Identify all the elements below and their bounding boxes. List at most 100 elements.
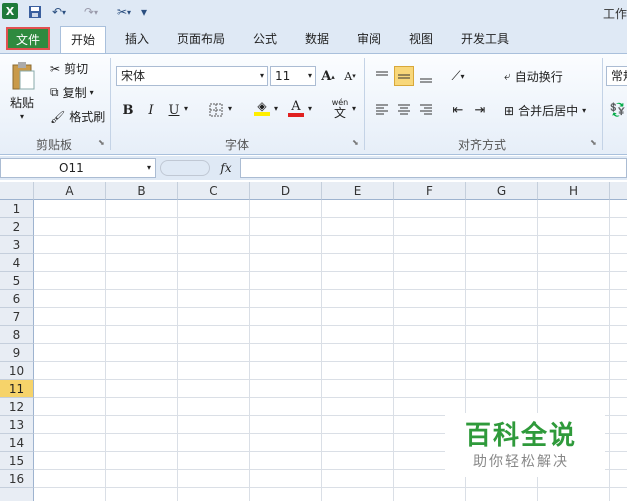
select-all-corner[interactable] <box>0 182 34 200</box>
align-middle-icon[interactable] <box>394 66 414 86</box>
row-header-selected[interactable]: 11 <box>0 380 34 398</box>
cut-button[interactable]: ✂ 剪切 <box>50 60 88 77</box>
italic-button[interactable]: I <box>141 100 161 120</box>
orientation-icon[interactable]: ⟋ ▾ <box>448 66 468 86</box>
align-right-icon[interactable] <box>416 100 436 120</box>
row-header[interactable]: 16 <box>0 470 34 488</box>
phonetic-dropdown-icon[interactable]: ▾ <box>352 104 356 113</box>
tab-view[interactable]: 视图 <box>402 26 440 52</box>
row-header[interactable]: 14 <box>0 434 34 452</box>
paste-dropdown-icon[interactable]: ▾ <box>20 112 24 121</box>
font-size-value: 11 <box>275 69 291 83</box>
cell-row[interactable] <box>34 218 627 236</box>
cell-row[interactable] <box>34 200 627 218</box>
tab-file[interactable]: 文件 <box>6 27 50 50</box>
currency-format-icon[interactable]: 💱 <box>608 100 627 120</box>
tab-review[interactable]: 审阅 <box>350 26 388 52</box>
alignment-launcher-icon[interactable]: ⬊ <box>590 138 597 147</box>
row-header[interactable]: 6 <box>0 290 34 308</box>
row-header[interactable]: 10 <box>0 362 34 380</box>
row-header[interactable]: 15 <box>0 452 34 470</box>
tools-icon[interactable]: ✂ ▾ <box>112 3 136 21</box>
redo-icon[interactable]: ↷ ▾ <box>78 3 104 21</box>
borders-dropdown-icon[interactable]: ▾ <box>228 104 232 113</box>
save-icon[interactable] <box>26 3 44 21</box>
merge-center-button[interactable]: ⊞ 合并后居中 ▾ <box>504 102 586 119</box>
tab-developer[interactable]: 开发工具 <box>454 26 516 52</box>
tab-formulas[interactable]: 公式 <box>246 26 284 52</box>
undo-icon[interactable]: ↶ ▾ <box>48 3 70 21</box>
phonetic-icon[interactable]: wén 文 <box>326 98 354 119</box>
column-header[interactable]: C <box>178 182 250 200</box>
align-top-icon[interactable] <box>372 66 392 86</box>
copy-button[interactable]: ⧉ 复制 ▾ <box>50 84 94 101</box>
font-size-select[interactable]: 11 ▾ <box>270 66 316 86</box>
merge-icon: ⊞ <box>504 103 515 118</box>
font-name-select[interactable]: 宋体 ▾ <box>116 66 268 86</box>
window-title: 工作 <box>602 7 627 21</box>
decrease-indent-icon[interactable]: ⇤ <box>448 100 468 120</box>
shrink-font-icon[interactable]: A ▾ <box>340 66 360 86</box>
align-left-icon[interactable] <box>372 100 392 120</box>
tab-data[interactable]: 数据 <box>298 26 336 52</box>
clipboard-launcher-icon[interactable]: ⬊ <box>98 138 105 147</box>
cell-row[interactable] <box>34 362 627 380</box>
excel-app-icon[interactable]: X <box>2 3 18 19</box>
cell-row[interactable] <box>34 344 627 362</box>
column-header[interactable]: F <box>394 182 466 200</box>
name-box[interactable]: O11 ▾ <box>0 158 156 178</box>
column-header[interactable]: E <box>322 182 394 200</box>
format-painter-button[interactable]: 🖌 格式刷 <box>50 108 105 125</box>
align-bottom-icon[interactable] <box>416 66 436 86</box>
row-header[interactable]: 7 <box>0 308 34 326</box>
customize-toolbar-icon[interactable]: ▾ <box>138 3 150 21</box>
merge-center-label: 合并后居中 <box>518 104 579 118</box>
column-header[interactable]: G <box>466 182 538 200</box>
column-header[interactable]: A <box>34 182 106 200</box>
underline-dropdown-icon[interactable]: ▾ <box>184 104 188 113</box>
formula-bar-splitter[interactable] <box>160 160 210 176</box>
tab-home[interactable]: 开始 <box>60 26 106 53</box>
align-center-icon[interactable] <box>394 100 414 120</box>
column-header-partial[interactable] <box>610 182 627 200</box>
paste-icon[interactable] <box>8 58 38 94</box>
tab-insert[interactable]: 插入 <box>118 26 156 52</box>
row-header-partial[interactable] <box>0 488 34 501</box>
bold-button[interactable]: B <box>118 100 138 120</box>
font-color-icon[interactable]: A <box>286 98 306 118</box>
tab-page-layout[interactable]: 页面布局 <box>170 26 232 52</box>
row-header[interactable]: 5 <box>0 272 34 290</box>
underline-button[interactable]: U <box>164 100 184 120</box>
wrap-text-button[interactable]: ⤶ 自动换行 <box>504 68 563 85</box>
cell-row[interactable] <box>34 254 627 272</box>
fill-color-icon[interactable]: ◈ <box>252 98 272 118</box>
row-header[interactable]: 3 <box>0 236 34 254</box>
row-header[interactable]: 4 <box>0 254 34 272</box>
column-header[interactable]: D <box>250 182 322 200</box>
row-header[interactable]: 2 <box>0 218 34 236</box>
cell-row[interactable] <box>34 290 627 308</box>
borders-icon[interactable] <box>206 100 226 120</box>
cell-row[interactable] <box>34 326 627 344</box>
insert-function-button[interactable]: fx <box>214 158 238 178</box>
column-header[interactable]: B <box>106 182 178 200</box>
increase-indent-icon[interactable]: ⇥ <box>470 100 490 120</box>
paste-button[interactable]: 粘贴 <box>10 94 34 111</box>
cell-row[interactable] <box>34 308 627 326</box>
font-launcher-icon[interactable]: ⬊ <box>352 138 359 147</box>
row-header[interactable]: 8 <box>0 326 34 344</box>
grow-font-icon[interactable]: A ▴ <box>318 66 338 86</box>
formula-input[interactable] <box>240 158 627 178</box>
cell-row[interactable] <box>34 272 627 290</box>
row-header[interactable]: 9 <box>0 344 34 362</box>
watermark-subtitle: 助你轻松解决 <box>473 454 569 470</box>
font-color-dropdown-icon[interactable]: ▾ <box>308 104 312 113</box>
column-header[interactable]: H <box>538 182 610 200</box>
cell-row[interactable] <box>34 380 627 398</box>
row-header[interactable]: 1 <box>0 200 34 218</box>
row-header[interactable]: 12 <box>0 398 34 416</box>
number-format-select[interactable]: 常规 <box>606 66 627 86</box>
row-header[interactable]: 13 <box>0 416 34 434</box>
fill-color-dropdown-icon[interactable]: ▾ <box>274 104 278 113</box>
cell-row[interactable] <box>34 236 627 254</box>
